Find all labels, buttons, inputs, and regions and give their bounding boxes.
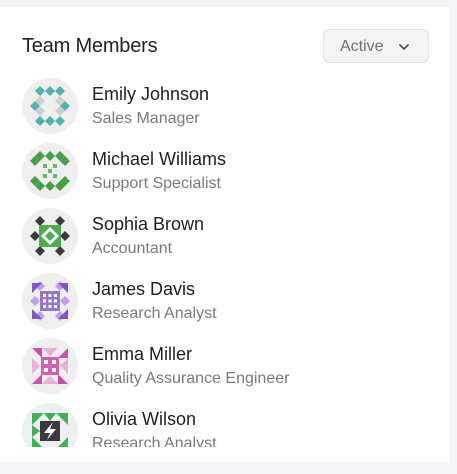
chevron-down-icon bbox=[399, 44, 409, 50]
member-row-michael-williams[interactable]: Michael Williams Support Specialist bbox=[22, 143, 449, 208]
member-name: Emily Johnson bbox=[92, 84, 210, 104]
identicon-avatar bbox=[22, 338, 78, 394]
status-filter-label: Active bbox=[340, 38, 384, 55]
member-row-emily-johnson[interactable]: Emily Johnson Sales Manager bbox=[22, 78, 449, 143]
member-role: Accountant bbox=[92, 240, 173, 257]
member-name: Michael Williams bbox=[92, 149, 227, 169]
identicon-avatar bbox=[22, 78, 78, 134]
member-row-james-davis[interactable]: James Davis Research Analyst bbox=[22, 273, 449, 338]
member-name: Emma Miller bbox=[92, 344, 193, 364]
member-row-emma-miller[interactable]: Emma Miller Quality Assurance Engineer bbox=[22, 338, 449, 403]
card-title: Team Members bbox=[22, 35, 158, 57]
status-filter-dropdown[interactable]: Active bbox=[323, 29, 429, 63]
identicon-avatar bbox=[22, 143, 78, 199]
member-name: Olivia Wilson bbox=[92, 409, 197, 429]
member-name: Sophia Brown bbox=[92, 214, 205, 234]
member-role: Research Analyst bbox=[92, 305, 217, 322]
identicon-avatar bbox=[22, 273, 78, 329]
member-role: Quality Assurance Engineer bbox=[92, 370, 290, 387]
member-role: Support Specialist bbox=[92, 175, 221, 192]
team-members-card: Team Members Active Emily Johnson Sales … bbox=[0, 7, 449, 462]
member-list: Emily Johnson Sales Manager Michael Will… bbox=[22, 78, 449, 447]
member-role: Sales Manager bbox=[92, 110, 200, 127]
member-row-sophia-brown[interactable]: Sophia Brown Accountant bbox=[22, 208, 449, 273]
member-name: James Davis bbox=[92, 279, 196, 299]
identicon-avatar bbox=[22, 208, 78, 264]
member-row-olivia-wilson[interactable]: Olivia Wilson Research Analyst bbox=[22, 403, 449, 447]
member-role: Research Analyst bbox=[92, 435, 217, 447]
card-header: Team Members Active bbox=[22, 28, 429, 78]
identicon-avatar bbox=[22, 403, 78, 447]
